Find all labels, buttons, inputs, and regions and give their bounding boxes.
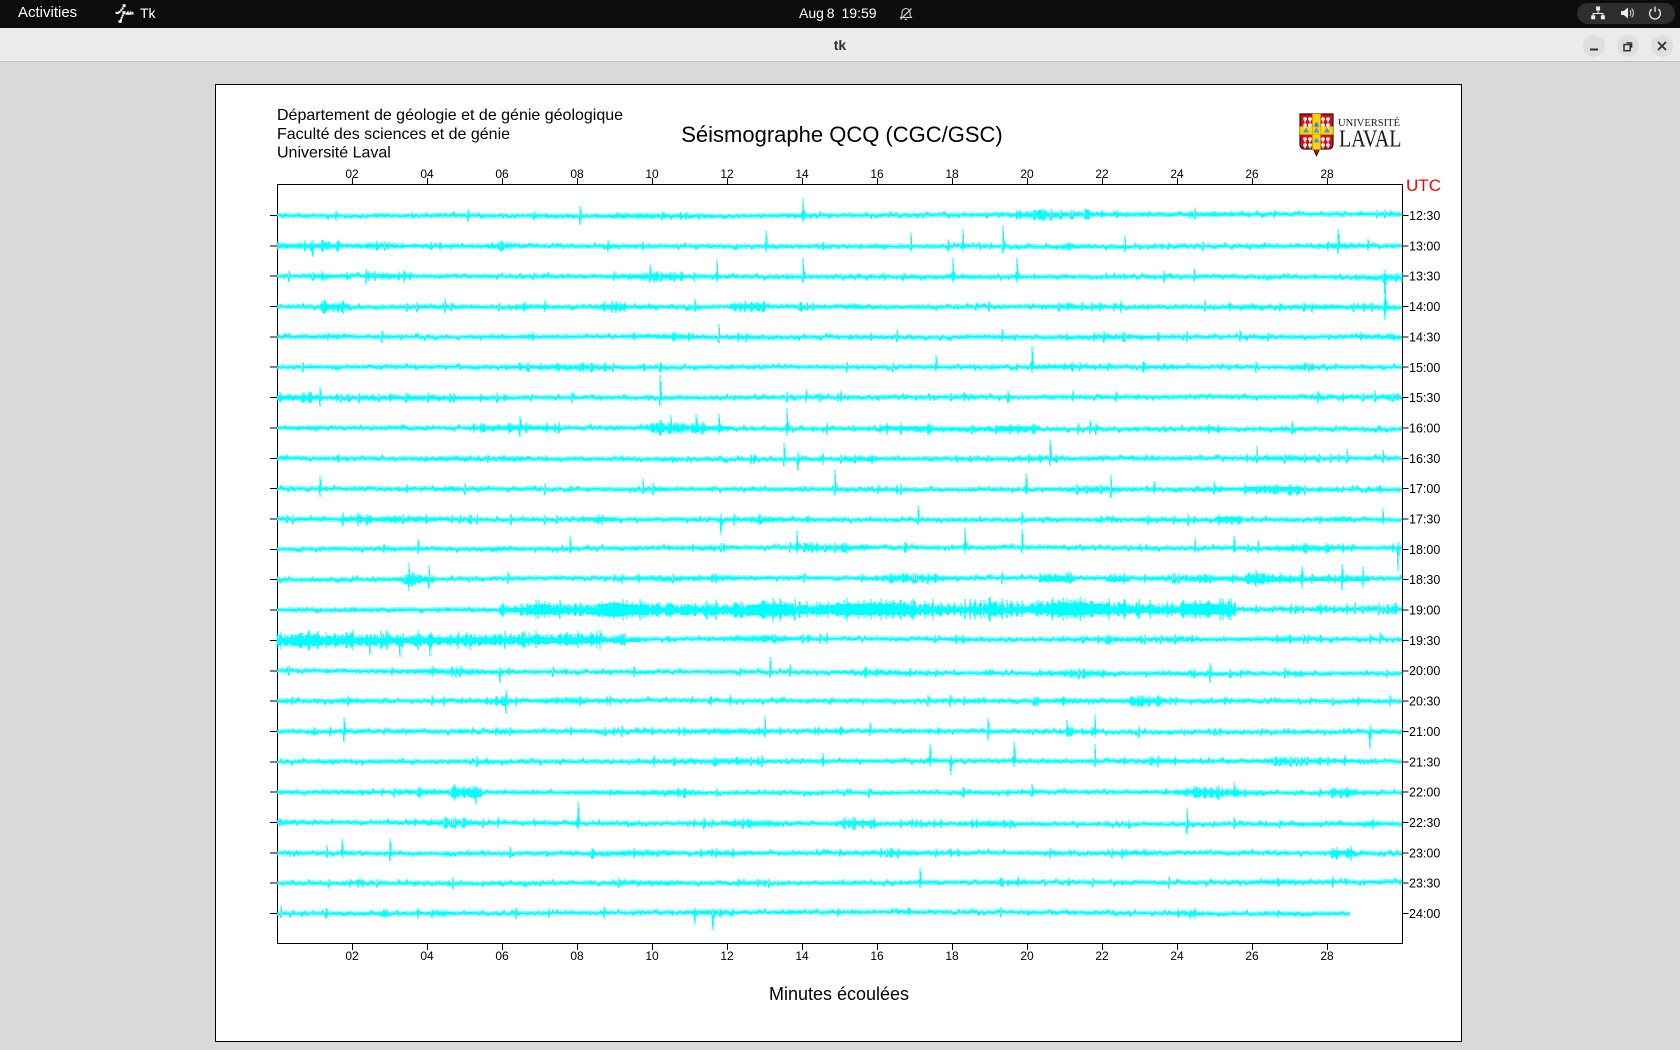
svg-text:24: 24 bbox=[1170, 949, 1184, 963]
svg-text:15:30: 15:30 bbox=[1409, 391, 1440, 405]
svg-text:18: 18 bbox=[945, 949, 959, 963]
svg-text:04: 04 bbox=[420, 167, 434, 181]
svg-text:Séismographe QCQ (CGC/GSC): Séismographe QCQ (CGC/GSC) bbox=[681, 122, 1003, 147]
svg-text:08: 08 bbox=[570, 167, 584, 181]
svg-text:22: 22 bbox=[1095, 949, 1109, 963]
svg-text:Département de géologie et de: Département de géologie et de génie géol… bbox=[277, 107, 623, 124]
svg-text:13:30: 13:30 bbox=[1409, 270, 1440, 284]
svg-text:02: 02 bbox=[345, 167, 359, 181]
svg-text:16:00: 16:00 bbox=[1409, 422, 1440, 436]
svg-text:LAVAL: LAVAL bbox=[1339, 127, 1402, 153]
svg-text:12: 12 bbox=[720, 167, 734, 181]
svg-text:19:30: 19:30 bbox=[1409, 634, 1440, 648]
svg-text:10: 10 bbox=[645, 949, 659, 963]
svg-text:15:00: 15:00 bbox=[1409, 361, 1440, 375]
svg-text:13:00: 13:00 bbox=[1409, 239, 1440, 253]
svg-text:14:00: 14:00 bbox=[1409, 300, 1440, 314]
svg-text:24: 24 bbox=[1170, 167, 1184, 181]
svg-text:26: 26 bbox=[1245, 167, 1259, 181]
svg-text:17:30: 17:30 bbox=[1409, 513, 1440, 527]
svg-text:20: 20 bbox=[1020, 167, 1034, 181]
svg-text:14: 14 bbox=[795, 167, 809, 181]
svg-text:21:00: 21:00 bbox=[1409, 725, 1440, 739]
svg-text:22: 22 bbox=[1095, 167, 1109, 181]
svg-text:28: 28 bbox=[1320, 167, 1334, 181]
svg-text:20:00: 20:00 bbox=[1409, 664, 1440, 678]
svg-text:08: 08 bbox=[570, 949, 584, 963]
svg-text:24:00: 24:00 bbox=[1409, 907, 1440, 921]
svg-text:10: 10 bbox=[645, 167, 659, 181]
svg-text:18:00: 18:00 bbox=[1409, 543, 1440, 557]
svg-text:23:00: 23:00 bbox=[1409, 846, 1440, 860]
svg-text:20: 20 bbox=[1020, 949, 1034, 963]
svg-text:04: 04 bbox=[420, 949, 434, 963]
svg-text:16: 16 bbox=[870, 949, 884, 963]
svg-text:UTC: UTC bbox=[1406, 177, 1441, 195]
svg-text:26: 26 bbox=[1245, 949, 1259, 963]
svg-text:22:30: 22:30 bbox=[1409, 816, 1440, 830]
svg-text:20:30: 20:30 bbox=[1409, 695, 1440, 709]
svg-text:16: 16 bbox=[870, 167, 884, 181]
svg-text:12:30: 12:30 bbox=[1409, 209, 1440, 223]
svg-text:14:30: 14:30 bbox=[1409, 330, 1440, 344]
svg-text:12: 12 bbox=[720, 949, 734, 963]
svg-text:28: 28 bbox=[1320, 949, 1334, 963]
svg-text:Faculté des sciences et de gén: Faculté des sciences et de génie bbox=[277, 126, 510, 143]
svg-text:Minutes écoulées: Minutes écoulées bbox=[769, 984, 909, 1004]
svg-text:14: 14 bbox=[795, 949, 809, 963]
svg-text:02: 02 bbox=[345, 949, 359, 963]
svg-text:21:30: 21:30 bbox=[1409, 755, 1440, 769]
svg-text:19:00: 19:00 bbox=[1409, 604, 1440, 618]
svg-text:17:00: 17:00 bbox=[1409, 482, 1440, 496]
svg-text:23:30: 23:30 bbox=[1409, 877, 1440, 891]
svg-text:18: 18 bbox=[945, 167, 959, 181]
svg-text:06: 06 bbox=[495, 167, 509, 181]
svg-text:16:30: 16:30 bbox=[1409, 452, 1440, 466]
svg-text:Université Laval: Université Laval bbox=[277, 145, 391, 162]
svg-text:22:00: 22:00 bbox=[1409, 786, 1440, 800]
svg-text:06: 06 bbox=[495, 949, 509, 963]
svg-text:18:30: 18:30 bbox=[1409, 573, 1440, 587]
